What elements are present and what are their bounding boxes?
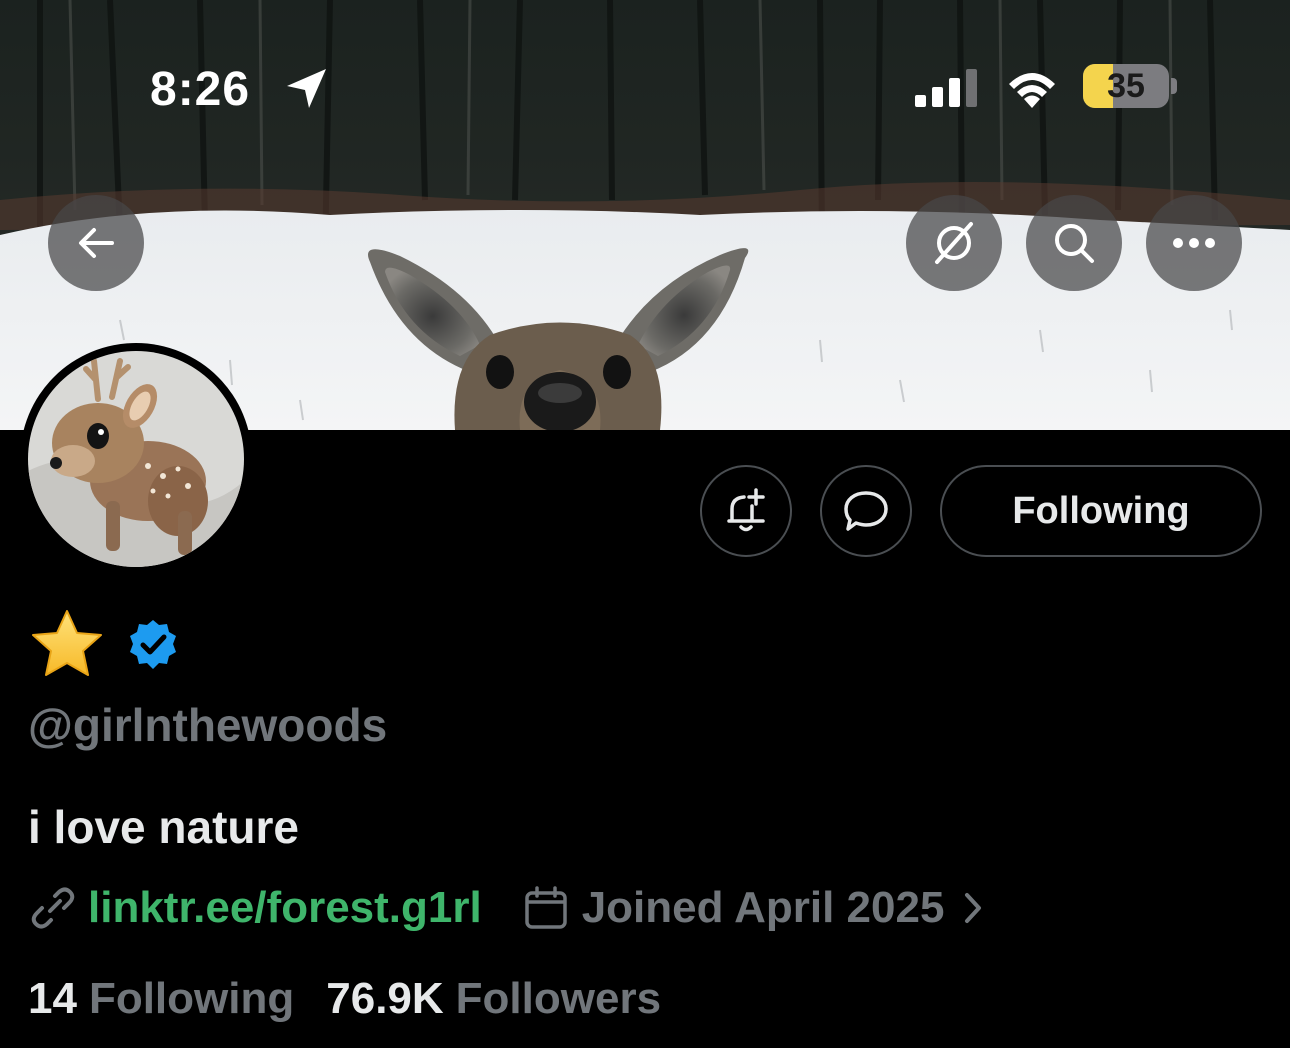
location-arrow-icon	[287, 69, 326, 108]
more-icon	[1173, 238, 1215, 248]
verified-badge-icon[interactable]	[126, 618, 180, 672]
profile-meta-row: linktr.ee/forest.g1rl Joined April 2025	[30, 880, 984, 936]
star-emoji	[30, 608, 104, 683]
chevron-right-icon[interactable]	[962, 890, 984, 926]
link-icon	[31, 887, 75, 929]
following-label: Following	[88, 974, 295, 1023]
notify-button[interactable]	[700, 465, 792, 557]
avatar[interactable]	[20, 343, 252, 575]
grok-button[interactable]	[906, 195, 1002, 291]
grok-icon	[935, 222, 973, 264]
wifi-icon	[1009, 73, 1055, 108]
profile-handle: @girlnthewoods	[28, 699, 388, 751]
calendar-icon	[524, 886, 567, 929]
more-button[interactable]	[1146, 195, 1242, 291]
following-stat[interactable]: 14 Following	[28, 974, 294, 1024]
profile-link[interactable]: linktr.ee/forest.g1rl	[88, 883, 482, 933]
display-name-row	[30, 608, 180, 683]
back-button[interactable]	[48, 195, 144, 291]
battery-icon: 35	[1083, 64, 1169, 108]
avatar-image	[28, 351, 244, 567]
following-count: 14	[28, 974, 77, 1023]
followers-label: Followers	[455, 974, 662, 1023]
status-bar: 8:26 35	[0, 0, 1290, 180]
stat-gap	[294, 974, 326, 1024]
cellular-signal-icon	[915, 69, 977, 107]
joined-date[interactable]: Joined April 2025	[582, 883, 945, 933]
profile-bio: i love nature	[28, 801, 299, 853]
profile-stats: 14 Following 76.9K Followers	[28, 974, 661, 1024]
battery-percent: 35	[1107, 67, 1145, 105]
followers-stat[interactable]: 76.9K Followers	[326, 974, 661, 1024]
followers-count: 76.9K	[326, 974, 444, 1023]
message-bubble-icon	[844, 491, 888, 531]
back-arrow-icon	[79, 228, 114, 258]
status-time: 8:26	[150, 63, 251, 116]
notification-bell-plus-icon	[727, 488, 765, 532]
star-icon	[32, 609, 102, 676]
search-button[interactable]	[1026, 195, 1122, 291]
message-button[interactable]	[820, 465, 912, 557]
search-icon	[1055, 224, 1094, 263]
following-button[interactable]: Following	[940, 465, 1262, 557]
battery-cap	[1171, 78, 1177, 94]
